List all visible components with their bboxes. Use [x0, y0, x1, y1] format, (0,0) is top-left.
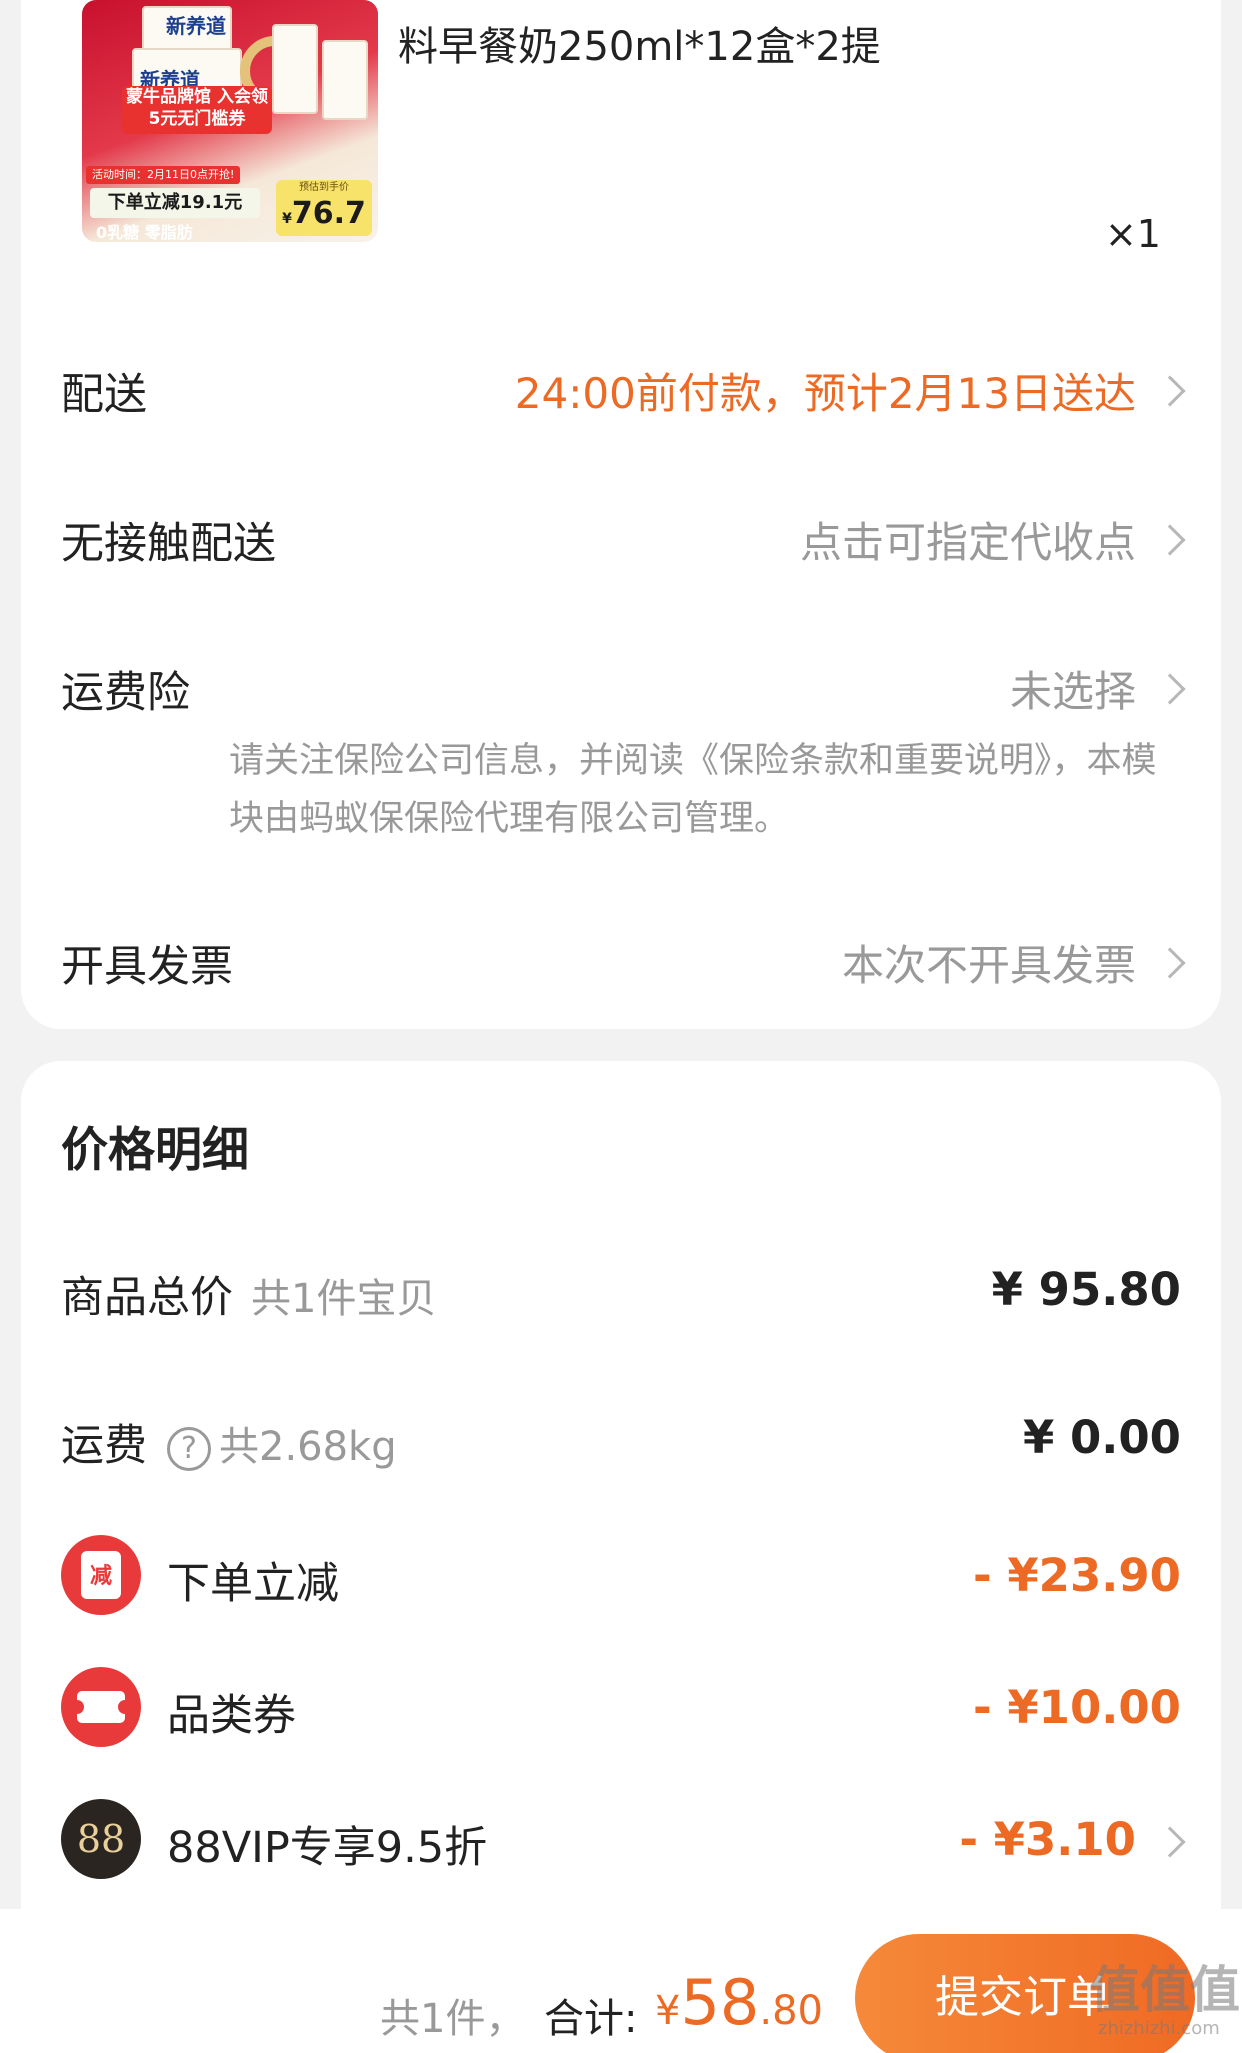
discount-label: 下单立减	[167, 1559, 339, 1609]
discount-label: 88VIP专享9.5折	[167, 1823, 488, 1873]
contactless-label: 无接触配送	[61, 519, 276, 569]
product-quantity: ×1	[1104, 212, 1161, 256]
invoice-label: 开具发票	[61, 942, 233, 992]
chevron-right-icon[interactable]	[1154, 524, 1186, 556]
promo-banner: 蒙牛品牌馆 入会领5元无门槛券	[122, 86, 272, 134]
reduce-icon: 减	[61, 1535, 141, 1615]
cut-label: 下单立减19.1元	[90, 188, 260, 218]
discount-value: - ¥10.00	[973, 1681, 1181, 1734]
total-amount: ¥58.80	[655, 1966, 823, 2039]
product-pack	[272, 24, 318, 114]
coupon-icon	[61, 1667, 141, 1747]
contactless-value[interactable]: 点击可指定代收点	[800, 509, 1136, 570]
order-options-card: 新养道 新养道 蒙牛品牌馆 入会领5元无门槛券 活动时间：2月11日0点开抢! …	[21, 0, 1221, 1029]
shipping-insurance-label: 运费险	[61, 668, 190, 718]
product-pack	[322, 40, 368, 120]
price-caption: 预估到手价	[299, 182, 349, 193]
price-detail-card: 价格明细 商品总价 共1件宝贝 ¥ 95.80 运费? 共2.68kg ¥ 0.00…	[21, 1061, 1221, 2021]
shipping-label: 运费	[61, 1421, 147, 1471]
item-count: 共1件，	[380, 1996, 526, 2042]
goods-count: 共1件宝贝	[251, 1276, 437, 1322]
chevron-right-icon[interactable]	[1154, 375, 1186, 407]
activity-time: 活动时间：2月11日0点开抢!	[86, 166, 241, 184]
chevron-right-icon[interactable]	[1154, 673, 1186, 705]
price-detail-title: 价格明细	[61, 1123, 249, 1178]
shipping-row: 运费? 共2.68kg	[61, 1411, 397, 1473]
shipping-value: ¥ 0.00	[1022, 1411, 1181, 1464]
watermark: 值值值 zhizhizhi.com	[1090, 1961, 1240, 2039]
estimated-price-box: 预估到手价 ¥76.7	[276, 180, 372, 236]
sugar-label: 0乳糖 零脂肪	[96, 223, 193, 242]
insurance-note: 请关注保险公司信息，并阅读《保险条款和重要说明》，本模块由蚂蚁保保险代理有限公司…	[229, 741, 1157, 839]
chevron-right-icon[interactable]	[1154, 947, 1186, 979]
shipping-weight: 共2.68kg	[219, 1424, 397, 1470]
product-title[interactable]: 料早餐奶250ml*12盒*2提	[398, 14, 881, 72]
discount-value: - ¥23.90	[973, 1549, 1181, 1602]
total-label: 合计:	[544, 1996, 638, 2042]
invoice-value[interactable]: 本次不开具发票	[842, 932, 1136, 993]
vip88-icon: 88	[61, 1799, 141, 1879]
chevron-right-icon[interactable]	[1154, 1826, 1186, 1858]
estimated-price: ¥76.7	[282, 196, 366, 231]
goods-total-row: 商品总价 共1件宝贝	[61, 1263, 436, 1325]
product-image[interactable]: 新养道 新养道 蒙牛品牌馆 入会领5元无门槛券 活动时间：2月11日0点开抢! …	[82, 0, 378, 242]
delivery-value[interactable]: 24:00前付款，预计2月13日送达	[515, 360, 1136, 421]
goods-total-label: 商品总价	[61, 1273, 233, 1323]
shipping-insurance-value[interactable]: 未选择	[1010, 658, 1136, 719]
delivery-label: 配送	[61, 370, 147, 420]
discount-value[interactable]: - ¥3.10	[959, 1813, 1136, 1866]
help-icon[interactable]: ?	[167, 1426, 211, 1471]
discount-label: 品类券	[167, 1691, 296, 1741]
goods-total-value: ¥ 95.80	[991, 1263, 1181, 1316]
product-brand-top: 新养道	[166, 14, 226, 38]
